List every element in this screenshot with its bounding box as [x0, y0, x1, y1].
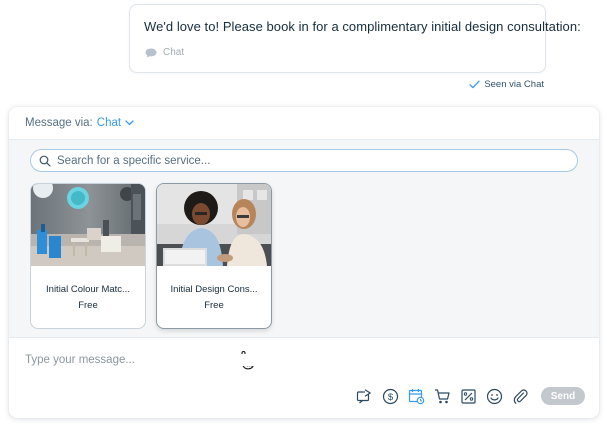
service-search [30, 149, 578, 172]
chat-bubble-icon [145, 48, 157, 57]
channel-selector-label: Chat [96, 117, 122, 129]
booking-icon [408, 388, 424, 404]
message-channel: Chat [145, 47, 184, 58]
channel-selector[interactable]: Chat [97, 117, 134, 129]
coupon-icon [460, 388, 476, 404]
service-name: Initial Design Cons... [170, 284, 258, 295]
emoji-button[interactable] [481, 387, 507, 405]
message-text: We'd love to! Please book in for a compl… [144, 19, 581, 34]
services-picker: Initial Colour Matc... Free [9, 140, 599, 370]
forward-icon [356, 388, 371, 403]
booking-button[interactable] [403, 387, 429, 405]
chevron-down-icon [125, 120, 134, 126]
seen-status: Seen via Chat [469, 79, 544, 90]
seen-status-label: Seen via Chat [484, 79, 544, 90]
svg-text:$: $ [387, 392, 393, 403]
service-search-input[interactable] [57, 154, 567, 167]
message-via-label: Message via: [25, 117, 93, 129]
service-price: Free [204, 300, 224, 311]
service-price: Free [78, 300, 98, 311]
message-composer [25, 354, 545, 366]
message-bubble: We'd love to! Please book in for a compl… [129, 4, 581, 73]
payment-icon: $ [382, 388, 398, 404]
attachment-icon [513, 388, 528, 404]
panel-header: Message via: Chat [9, 107, 599, 140]
forward-button[interactable] [351, 387, 377, 405]
composer-toolbar: $ Send [351, 387, 585, 405]
service-image [31, 184, 145, 266]
service-card[interactable]: Initial Design Cons... Free [156, 183, 272, 329]
compose-panel: Message via: Chat Search for a specific … [9, 107, 599, 418]
message-channel-label: Chat [163, 47, 185, 58]
cart-button[interactable] [429, 387, 455, 405]
service-name: Initial Colour Matc... [46, 284, 130, 295]
emoji-icon [486, 388, 502, 404]
coupon-button[interactable] [455, 387, 481, 405]
service-image [157, 184, 271, 266]
request-payment-button[interactable]: $ [377, 387, 403, 405]
search-icon [39, 155, 51, 167]
message-input[interactable] [25, 354, 545, 366]
cart-icon [434, 388, 450, 403]
send-button[interactable]: Send [541, 387, 585, 405]
service-card[interactable]: Initial Colour Matc... Free [30, 183, 146, 329]
check-icon [469, 80, 480, 89]
attachment-button[interactable] [507, 387, 533, 405]
